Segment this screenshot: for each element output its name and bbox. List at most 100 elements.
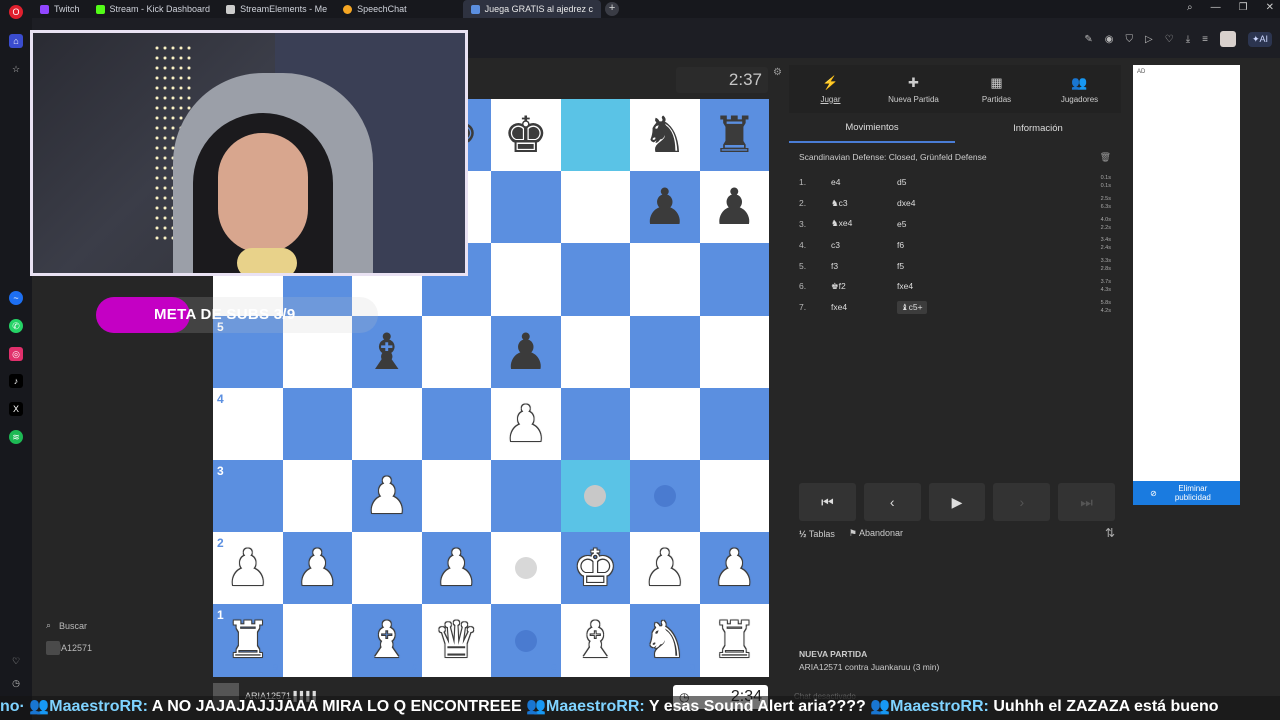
- history-icon[interactable]: ◷: [9, 676, 23, 690]
- instagram-icon[interactable]: ◎: [9, 347, 23, 361]
- play-button[interactable]: ▶: [928, 483, 986, 521]
- board-square[interactable]: [560, 243, 630, 316]
- white-move[interactable]: ♞c3: [831, 198, 897, 209]
- black-knight-piece[interactable]: ♞: [630, 99, 700, 171]
- board-square[interactable]: [352, 532, 422, 605]
- board-square[interactable]: [699, 315, 769, 388]
- messenger-icon[interactable]: ~: [9, 291, 23, 305]
- search-icon[interactable]: ⌕: [1187, 2, 1193, 13]
- board-square[interactable]: [560, 171, 630, 244]
- last-move-button[interactable]: ⏭: [1058, 483, 1115, 521]
- play-icon[interactable]: ▷: [1145, 34, 1153, 45]
- black-move[interactable]: d5: [897, 177, 977, 187]
- tab-speechchat[interactable]: SpeechChat: [335, 0, 415, 18]
- board-square[interactable]: [491, 460, 561, 533]
- white-pawn-piece[interactable]: ♟: [422, 532, 492, 604]
- menu-icon[interactable]: ≡: [1202, 34, 1208, 45]
- white-move[interactable]: ♚f2: [831, 281, 897, 292]
- close-icon[interactable]: ✕: [1266, 2, 1274, 13]
- tab-streamelements[interactable]: StreamElements - Me: [218, 0, 335, 18]
- black-move[interactable]: ♝c5+: [897, 300, 927, 314]
- ai-button[interactable]: ✦AI: [1247, 31, 1272, 47]
- board-square[interactable]: [699, 243, 769, 316]
- tab-movimientos[interactable]: Movimientos: [789, 113, 955, 143]
- minimize-icon[interactable]: —: [1211, 2, 1221, 13]
- white-pawn-piece[interactable]: ♟: [352, 460, 422, 532]
- white-pawn-piece[interactable]: ♟: [491, 388, 561, 460]
- tab-nueva-partida[interactable]: ✚ Nueva Partida: [872, 65, 955, 113]
- black-pawn-piece[interactable]: ♟: [700, 171, 770, 243]
- white-pawn-piece[interactable]: ♟: [700, 532, 770, 604]
- black-pawn-piece[interactable]: ♟: [491, 316, 561, 388]
- black-pawn-piece[interactable]: ♟: [630, 171, 700, 243]
- remove-ads-button[interactable]: ⊘ Eliminar publicidad: [1133, 481, 1240, 505]
- board-square[interactable]: [282, 387, 352, 460]
- home-icon[interactable]: ⌂: [9, 34, 23, 48]
- opera-logo-icon[interactable]: O: [9, 5, 23, 19]
- move-hint-dot[interactable]: [653, 485, 676, 508]
- shield-icon[interactable]: ⛉: [1126, 34, 1134, 45]
- maximize-icon[interactable]: ❐: [1239, 2, 1248, 13]
- board-square[interactable]: [560, 99, 630, 172]
- white-pawn-piece[interactable]: ♟: [630, 532, 700, 604]
- edit-icon[interactable]: ✎: [1084, 34, 1092, 45]
- white-move[interactable]: f3: [831, 261, 897, 271]
- trash-icon[interactable]: 🗑: [1100, 152, 1111, 163]
- white-move[interactable]: e4: [831, 177, 897, 187]
- first-move-button[interactable]: ⏮: [799, 483, 856, 521]
- board-square[interactable]: [491, 171, 561, 244]
- board-square[interactable]: [560, 387, 630, 460]
- prev-move-button[interactable]: ‹: [863, 483, 921, 521]
- star-icon[interactable]: ☆: [9, 62, 23, 76]
- move-hint-dot[interactable]: [514, 629, 537, 652]
- board-square[interactable]: [630, 387, 700, 460]
- board-square[interactable]: [421, 315, 491, 388]
- black-move[interactable]: fxe4: [897, 281, 977, 291]
- board-square[interactable]: [421, 460, 491, 533]
- move-hint-dot[interactable]: [514, 557, 537, 580]
- black-rook-piece[interactable]: ♜: [700, 99, 770, 171]
- board-square[interactable]: [630, 315, 700, 388]
- tab-jugar[interactable]: ⚡ Jugar: [789, 65, 872, 113]
- white-pawn-piece[interactable]: ♟: [283, 532, 353, 604]
- white-move[interactable]: ♞xe4: [831, 218, 897, 229]
- board-square[interactable]: [282, 460, 352, 533]
- white-king-piece[interactable]: ♚: [561, 532, 631, 604]
- tab-informacion[interactable]: Información: [955, 113, 1121, 143]
- download-icon[interactable]: ⤓: [1186, 34, 1190, 45]
- board-square[interactable]: [421, 387, 491, 460]
- board-square[interactable]: [491, 243, 561, 316]
- black-move[interactable]: f5: [897, 261, 977, 271]
- resign-button[interactable]: ⚑ Abandonar: [849, 528, 903, 539]
- whatsapp-icon[interactable]: ✆: [9, 319, 23, 333]
- black-king-piece[interactable]: ♚: [491, 99, 561, 171]
- tiktok-icon[interactable]: ♪: [9, 374, 23, 388]
- board-square[interactable]: [630, 243, 700, 316]
- black-move[interactable]: f6: [897, 240, 977, 250]
- board-square[interactable]: [352, 387, 422, 460]
- board-square[interactable]: [699, 460, 769, 533]
- profile-avatar[interactable]: [1219, 31, 1236, 47]
- white-move[interactable]: c3: [831, 240, 897, 250]
- tab-chess[interactable]: Juega GRATIS al ajedrez c: [462, 0, 602, 18]
- black-move[interactable]: e5: [897, 219, 977, 229]
- heart-icon[interactable]: ♡: [1165, 34, 1174, 45]
- next-move-button[interactable]: ›: [993, 483, 1051, 521]
- spotify-icon[interactable]: ≋: [9, 430, 23, 444]
- draw-button[interactable]: ½ Tablas: [799, 529, 835, 539]
- search-item[interactable]: ⌕ Buscar: [32, 620, 182, 631]
- x-icon[interactable]: X: [9, 402, 23, 416]
- tab-twitch[interactable]: Twitch: [32, 0, 88, 18]
- camera-icon[interactable]: ◉: [1105, 34, 1114, 45]
- tab-kick[interactable]: Stream - Kick Dashboard: [88, 0, 219, 18]
- heart-icon[interactable]: ♡: [9, 654, 23, 668]
- tab-jugadores[interactable]: 👥 Jugadores: [1038, 65, 1121, 113]
- board-square[interactable]: [699, 387, 769, 460]
- board-square[interactable]: [560, 315, 630, 388]
- white-move[interactable]: fxe4: [831, 302, 897, 312]
- tab-partidas[interactable]: ▦ Partidas: [955, 65, 1038, 113]
- black-move[interactable]: dxe4: [897, 198, 977, 208]
- flip-board-icon[interactable]: ⇅: [1105, 526, 1115, 540]
- gear-icon[interactable]: ⚙: [773, 67, 782, 78]
- new-tab-button[interactable]: +: [605, 2, 620, 16]
